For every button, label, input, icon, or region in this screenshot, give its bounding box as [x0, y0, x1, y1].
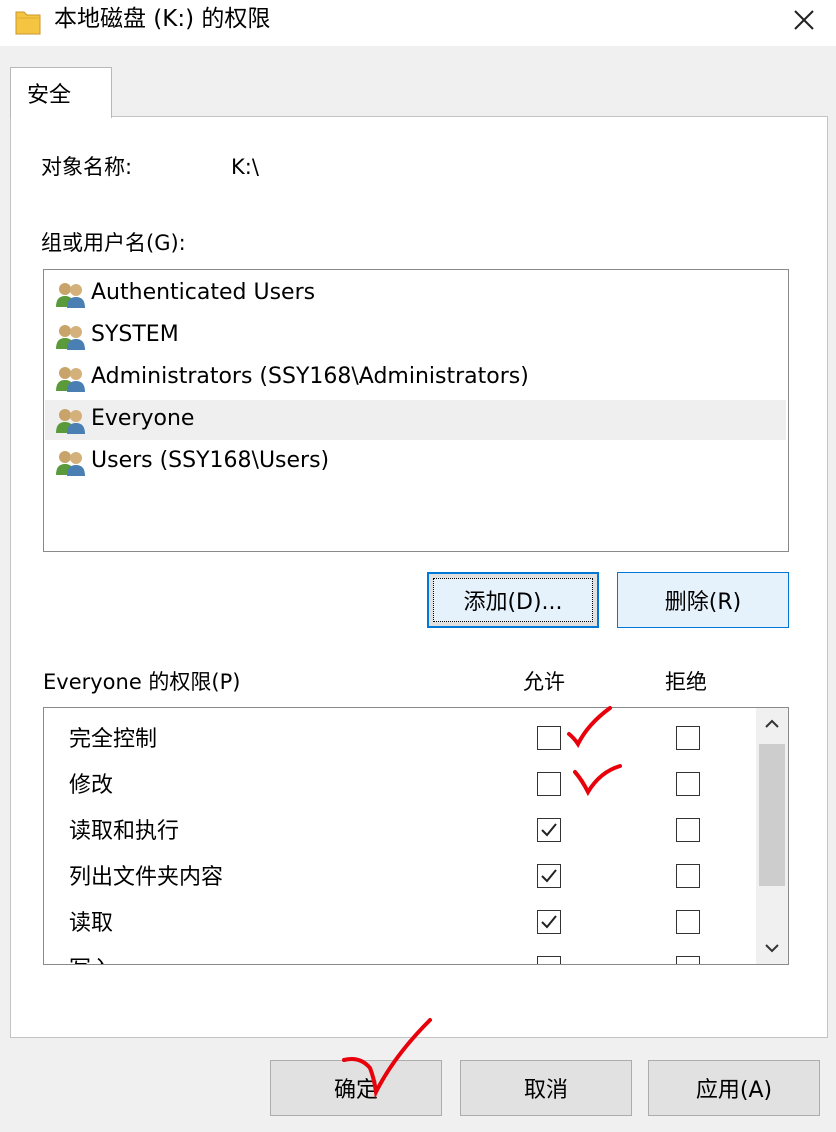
permissions-list[interactable]: 完全控制 修改 读取和执行 列出文件夹内容 读取 — [43, 707, 789, 965]
deny-checkbox[interactable] — [676, 772, 700, 796]
allow-header: 允许 — [523, 670, 565, 694]
cancel-button[interactable]: 取消 — [460, 1060, 632, 1116]
table-row: 修改 — [44, 766, 756, 806]
allow-checkbox[interactable] — [537, 818, 561, 842]
remove-button[interactable]: 删除(R) — [617, 572, 789, 628]
allow-checkbox[interactable] — [537, 864, 561, 888]
apply-button-label: 应用(A) — [695, 1078, 773, 1103]
scroll-thumb[interactable] — [759, 744, 785, 886]
permissions-label: Everyone 的权限(P) — [43, 670, 241, 694]
groups-label: 组或用户名(G): — [41, 231, 186, 255]
deny-checkbox[interactable] — [676, 726, 700, 750]
chevron-up-icon — [765, 719, 779, 728]
ok-button-label: 确定 — [333, 1078, 378, 1103]
folder-icon — [15, 11, 41, 35]
tab-security-label: 安全 — [27, 83, 72, 108]
object-name-value: K:\ — [231, 155, 259, 179]
user-group-icon — [56, 325, 85, 350]
deny-checkbox[interactable] — [676, 864, 700, 888]
list-item[interactable]: SYSTEM — [45, 316, 786, 356]
table-row: 写入 — [44, 950, 756, 964]
user-label: Everyone — [91, 406, 195, 431]
user-group-icon — [56, 451, 85, 476]
deny-checkbox[interactable] — [676, 818, 700, 842]
user-label: Administrators (SSY168\Administrators) — [91, 364, 529, 389]
add-button-label: 添加(D)... — [463, 590, 563, 615]
user-group-icon — [56, 367, 85, 392]
chevron-down-icon — [765, 944, 779, 953]
permission-name: 列出文件夹内容 — [69, 865, 224, 890]
table-row: 列出文件夹内容 — [44, 858, 756, 898]
security-panel: 对象名称: K:\ 组或用户名(G): Authenticated Users … — [10, 116, 828, 1038]
checkmark-icon — [541, 915, 557, 929]
scroll-up-button[interactable] — [756, 708, 788, 740]
permission-name: 读取和执行 — [69, 819, 180, 844]
close-icon — [794, 10, 814, 30]
deny-checkbox[interactable] — [676, 910, 700, 934]
remove-button-label: 删除(R) — [664, 590, 742, 615]
user-label: SYSTEM — [91, 322, 179, 347]
list-item-selected[interactable]: Everyone — [45, 400, 786, 440]
scroll-down-button[interactable] — [756, 932, 788, 964]
allow-checkbox[interactable] — [537, 956, 561, 964]
allow-checkbox[interactable] — [537, 726, 561, 750]
table-row: 读取和执行 — [44, 812, 756, 852]
table-row: 完全控制 — [44, 720, 756, 760]
user-group-icon — [56, 283, 85, 308]
allow-checkbox[interactable] — [537, 910, 561, 934]
title-bar: 本地磁盘 (K:) 的权限 — [0, 0, 836, 46]
checkmark-icon — [541, 869, 557, 883]
window-title: 本地磁盘 (K:) 的权限 — [54, 6, 271, 32]
list-item[interactable]: Authenticated Users — [45, 274, 786, 314]
deny-checkbox[interactable] — [676, 956, 700, 964]
apply-button[interactable]: 应用(A) — [648, 1060, 820, 1116]
user-group-icon — [56, 409, 85, 434]
user-list[interactable]: Authenticated Users SYSTEM Administrator… — [43, 269, 789, 552]
add-button[interactable]: 添加(D)... — [427, 572, 599, 628]
list-item[interactable]: Users (SSY168\Users) — [45, 442, 786, 482]
scrollbar[interactable] — [756, 708, 788, 964]
tab-security[interactable]: 安全 — [10, 67, 112, 118]
table-row: 读取 — [44, 904, 756, 944]
allow-checkbox[interactable] — [537, 772, 561, 796]
permission-name: 完全控制 — [69, 727, 158, 752]
list-item[interactable]: Administrators (SSY168\Administrators) — [45, 358, 786, 398]
user-label: Users (SSY168\Users) — [91, 448, 330, 473]
permission-name: 写入 — [69, 955, 113, 964]
cancel-button-label: 取消 — [523, 1078, 568, 1103]
permission-name: 读取 — [69, 911, 114, 936]
user-label: Authenticated Users — [91, 280, 316, 305]
ok-button[interactable]: 确定 — [270, 1060, 442, 1116]
object-name-label: 对象名称: — [41, 155, 133, 179]
permission-name: 修改 — [69, 773, 114, 798]
close-button[interactable] — [780, 0, 828, 40]
checkmark-icon — [541, 823, 557, 837]
deny-header: 拒绝 — [665, 670, 707, 694]
